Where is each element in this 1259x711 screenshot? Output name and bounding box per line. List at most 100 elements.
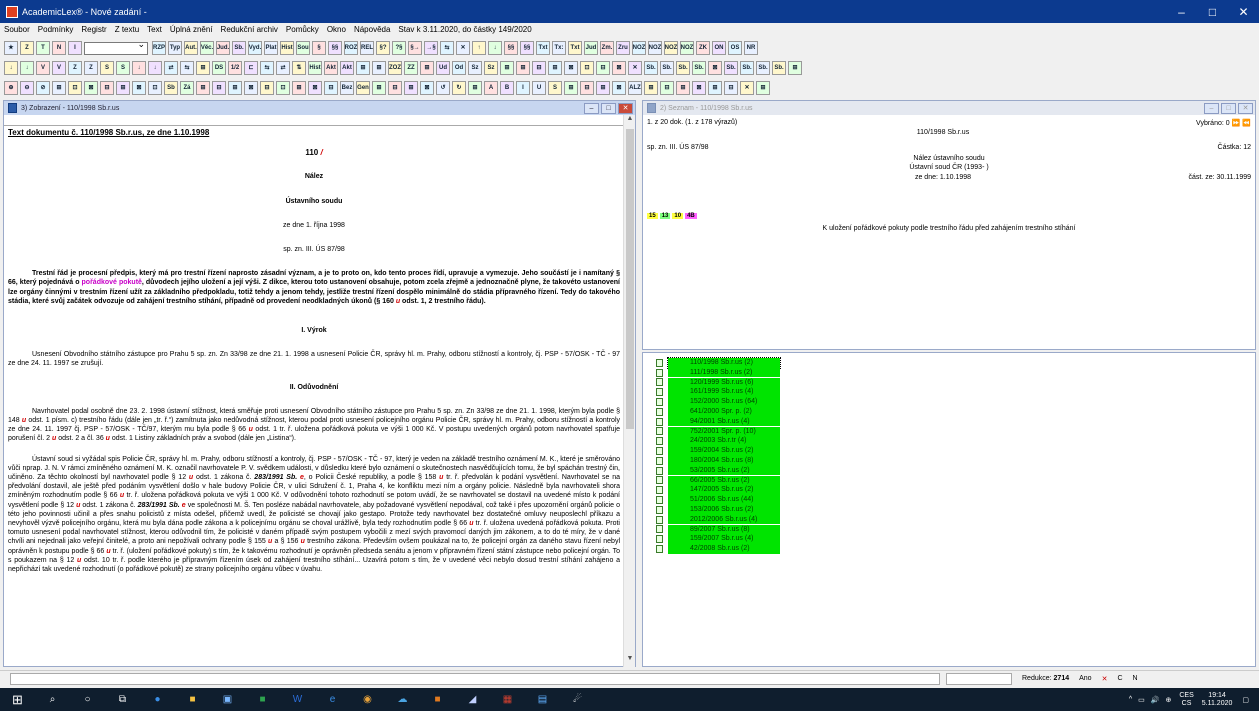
list-item[interactable]: 89/2007 Sb.r.us (8) — [656, 524, 796, 535]
tool-button-2-3[interactable]: V — [52, 61, 66, 75]
tool-button-2-16[interactable]: ⇆ — [260, 61, 274, 75]
tool-button-1-27[interactable]: Jud — [584, 41, 598, 55]
list-item[interactable]: 180/2004 Sb.r.us (8) — [656, 456, 796, 466]
tool-button-1-13[interactable]: REL — [360, 41, 374, 55]
tool-button-2-1[interactable]: ↓ — [20, 61, 34, 75]
tool-button-2-21[interactable]: Akt — [340, 61, 354, 75]
status-n[interactable]: N — [1133, 675, 1138, 682]
tool-button-1-22[interactable]: §§ — [504, 41, 518, 55]
tray-volume-icon[interactable]: 🔊 — [1151, 696, 1160, 704]
app-icon-4[interactable]: ☄ — [570, 692, 585, 707]
tool-button-3-16[interactable]: ⊟ — [260, 81, 274, 95]
tool-button-1-17[interactable]: →§ — [424, 41, 438, 55]
chrome-icon[interactable]: ◉ — [360, 692, 375, 707]
tool-button-1-32[interactable]: NOZ — [664, 41, 678, 55]
notification-icon[interactable]: ▢ — [1242, 696, 1249, 704]
tool-button-2-15[interactable]: ⊏ — [244, 61, 258, 75]
tool-button-3-17[interactable]: ⊡ — [276, 81, 290, 95]
status-combo[interactable] — [946, 672, 1012, 685]
file-explorer-icon[interactable]: ■ — [185, 692, 200, 707]
tool-button-3-31[interactable]: B — [500, 81, 514, 95]
tool-button-2-38[interactable]: ⊠ — [612, 61, 626, 75]
list-minimize-button[interactable]: – — [1204, 102, 1219, 114]
tool-button-3-18[interactable]: ⊞ — [292, 81, 306, 95]
tool-button-3-36[interactable]: ⊟ — [580, 81, 594, 95]
tool-button-2-45[interactable]: Sb. — [724, 61, 738, 75]
tool-button-3-0[interactable]: ⊕ — [4, 81, 18, 95]
doc-minimize-button[interactable]: – — [584, 102, 599, 114]
tool-button-2-27[interactable]: Ud — [436, 61, 450, 75]
list-item[interactable]: 66/2005 Sb.r.us (2) — [656, 475, 796, 486]
tool-button-1-35[interactable]: ON — [712, 41, 726, 55]
tool-button-1-34[interactable]: ZK — [696, 41, 710, 55]
tool-button-1-18[interactable]: ⇆ — [440, 41, 454, 55]
tool-button-2-33[interactable]: ⊟ — [532, 61, 546, 75]
tool-button-2-49[interactable]: ⊞ — [788, 61, 802, 75]
tool-button-2-37[interactable]: ⊟ — [596, 61, 610, 75]
doc-close-button[interactable]: ✕ — [618, 102, 633, 114]
format-button-3[interactable]: I — [68, 41, 82, 55]
menu-text[interactable]: Text — [147, 25, 162, 34]
tool-button-1-25[interactable]: Tx: — [552, 41, 566, 55]
onedrive-icon[interactable]: ☁ — [395, 692, 410, 707]
tool-button-1-37[interactable]: NR — [744, 41, 758, 55]
tool-button-3-27[interactable]: ↺ — [436, 81, 450, 95]
tool-button-3-26[interactable]: ⊠ — [420, 81, 434, 95]
word-icon[interactable]: W — [290, 692, 305, 707]
tool-button-1-7[interactable]: Plat — [264, 41, 278, 55]
scroll-up-icon[interactable]: ▲ — [624, 115, 636, 127]
list-item[interactable]: 111/1998 Sb.r.us (2) — [656, 367, 796, 378]
font-combo[interactable] — [84, 39, 148, 55]
list-item[interactable]: 24/2003 Sb.r.tr (4) — [656, 436, 796, 447]
tool-button-2-31[interactable]: ⊞ — [500, 61, 514, 75]
menu-uplna-zneni[interactable]: Úplná znění — [170, 25, 213, 34]
tool-button-3-11[interactable]: Zá — [180, 81, 194, 95]
tool-button-3-39[interactable]: ALZ — [628, 81, 642, 95]
format-button-1[interactable]: T — [36, 41, 50, 55]
tool-button-2-48[interactable]: Sb. — [772, 61, 786, 75]
tool-button-3-44[interactable]: ⊞ — [708, 81, 722, 95]
close-button[interactable]: ✕ — [1228, 0, 1259, 23]
tool-button-2-13[interactable]: DS — [212, 61, 226, 75]
menu-soubor[interactable]: Soubor — [4, 25, 30, 34]
list-item[interactable]: 42/2008 Sb.r.us (2) — [656, 544, 796, 554]
tool-button-3-20[interactable]: ⊟ — [324, 81, 338, 95]
tool-button-3-43[interactable]: ⊠ — [692, 81, 706, 95]
tray-clock[interactable]: 19:14 5.11.2020 — [1202, 692, 1233, 708]
tool-button-3-28[interactable]: ↻ — [452, 81, 466, 95]
tool-button-2-39[interactable]: ✕ — [628, 61, 642, 75]
tool-button-1-26[interactable]: Txt — [568, 41, 582, 55]
maximize-button[interactable]: □ — [1197, 0, 1228, 23]
ie-icon[interactable]: e — [325, 692, 340, 707]
store-icon[interactable]: ▣ — [220, 692, 235, 707]
menu-z-textu[interactable]: Z textu — [115, 25, 139, 34]
list-item[interactable]: 161/1999 Sb.r.us (4) — [656, 387, 796, 398]
tool-button-2-26[interactable]: ⊞ — [420, 61, 434, 75]
list-item[interactable]: 2012/2006 Sb.r.us (4) — [656, 514, 796, 525]
tool-button-3-30[interactable]: A — [484, 81, 498, 95]
list-item[interactable]: 152/2000 Sb.r.us (64) — [656, 397, 796, 407]
tool-button-1-31[interactable]: NOZ — [648, 41, 662, 55]
tool-button-2-18[interactable]: ⇅ — [292, 61, 306, 75]
document-scrollbar[interactable]: ▲ ▼ — [623, 115, 635, 667]
tool-button-2-44[interactable]: ⊠ — [708, 61, 722, 75]
tool-button-1-19[interactable]: ✕ — [456, 41, 470, 55]
tool-button-2-32[interactable]: ⊞ — [516, 61, 530, 75]
tool-button-1-6[interactable]: Vyd. — [248, 41, 262, 55]
tool-button-3-8[interactable]: ⊠ — [132, 81, 146, 95]
list-item[interactable]: 159/2007 Sb.r.us (4) — [656, 534, 796, 545]
tool-button-3-23[interactable]: ⊞ — [372, 81, 386, 95]
tool-button-3-7[interactable]: ⊞ — [116, 81, 130, 95]
cancel-icon[interactable]: ✕ — [1102, 675, 1108, 683]
tool-button-2-6[interactable]: S — [100, 61, 114, 75]
tool-button-3-29[interactable]: ⊞ — [468, 81, 482, 95]
next-record-icon[interactable]: ⏩ — [1232, 120, 1241, 127]
tool-button-2-9[interactable]: ↓ — [148, 61, 162, 75]
task-view-icon[interactable]: ⧉ — [115, 692, 130, 707]
tool-button-2-11[interactable]: ⇆ — [180, 61, 194, 75]
tool-button-1-21[interactable]: ↓ — [488, 41, 502, 55]
tool-button-3-42[interactable]: ⊞ — [676, 81, 690, 95]
list-item[interactable]: 159/2004 Sb.r.us (2) — [656, 446, 796, 456]
menu-pomucky[interactable]: Pomůcky — [286, 25, 319, 34]
list-item[interactable]: 110/1998 Sb.r.us (2) — [656, 357, 796, 369]
